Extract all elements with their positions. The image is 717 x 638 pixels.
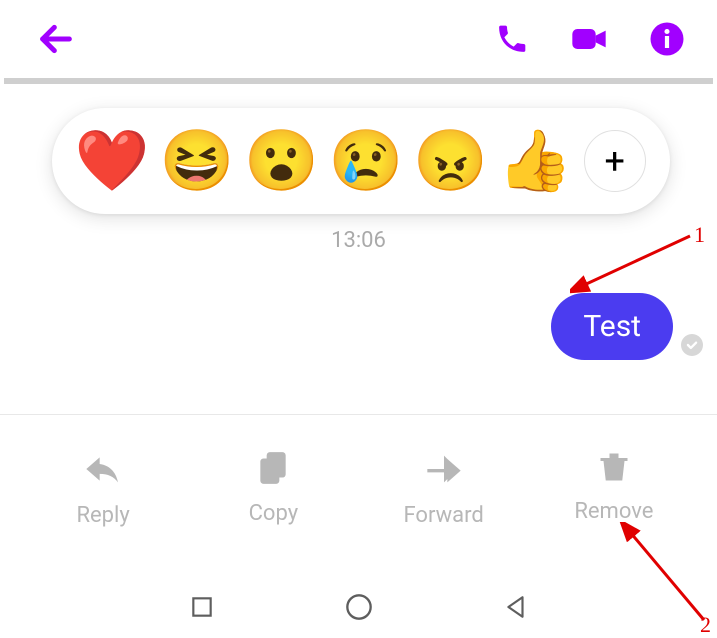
back-button[interactable] <box>36 19 76 59</box>
video-icon[interactable] <box>569 19 609 59</box>
message-row: Test <box>0 253 717 360</box>
reaction-like[interactable]: 👍 <box>499 125 571 197</box>
reaction-angry[interactable]: 😠 <box>415 125 487 197</box>
phone-icon[interactable] <box>495 22 529 56</box>
copy-label: Copy <box>249 501 299 526</box>
reply-label: Reply <box>76 503 129 528</box>
nav-recent-icon[interactable] <box>189 594 215 624</box>
reaction-heart[interactable]: ❤️ <box>76 125 148 197</box>
top-bar <box>0 0 717 78</box>
nav-back-icon[interactable] <box>503 594 529 624</box>
context-actions: Reply Copy Forward Remove <box>0 415 717 528</box>
reply-icon <box>83 449 123 489</box>
reaction-bar: ❤️ 😆 😮 😢 😠 👍 + <box>52 108 670 214</box>
header-actions <box>495 19 685 59</box>
remove-label: Remove <box>574 499 653 524</box>
info-icon[interactable] <box>649 21 685 57</box>
reaction-laugh[interactable]: 😆 <box>161 125 233 197</box>
reaction-sad[interactable]: 😢 <box>330 125 402 197</box>
system-nav <box>0 593 717 625</box>
reply-button[interactable]: Reply <box>18 449 188 528</box>
remove-button[interactable]: Remove <box>529 449 699 528</box>
timestamp: 13:06 <box>0 228 717 253</box>
nav-home-icon[interactable] <box>345 593 373 625</box>
message-bubble[interactable]: Test <box>551 293 673 360</box>
delivered-icon <box>681 334 703 356</box>
forward-icon <box>424 449 464 489</box>
forward-label: Forward <box>403 503 483 528</box>
reaction-add-button[interactable]: + <box>584 130 646 192</box>
forward-button[interactable]: Forward <box>359 449 529 528</box>
trash-icon <box>596 449 632 485</box>
copy-icon <box>254 449 292 487</box>
copy-button[interactable]: Copy <box>188 449 358 528</box>
reaction-wow[interactable]: 😮 <box>245 125 317 197</box>
divider <box>4 78 713 84</box>
